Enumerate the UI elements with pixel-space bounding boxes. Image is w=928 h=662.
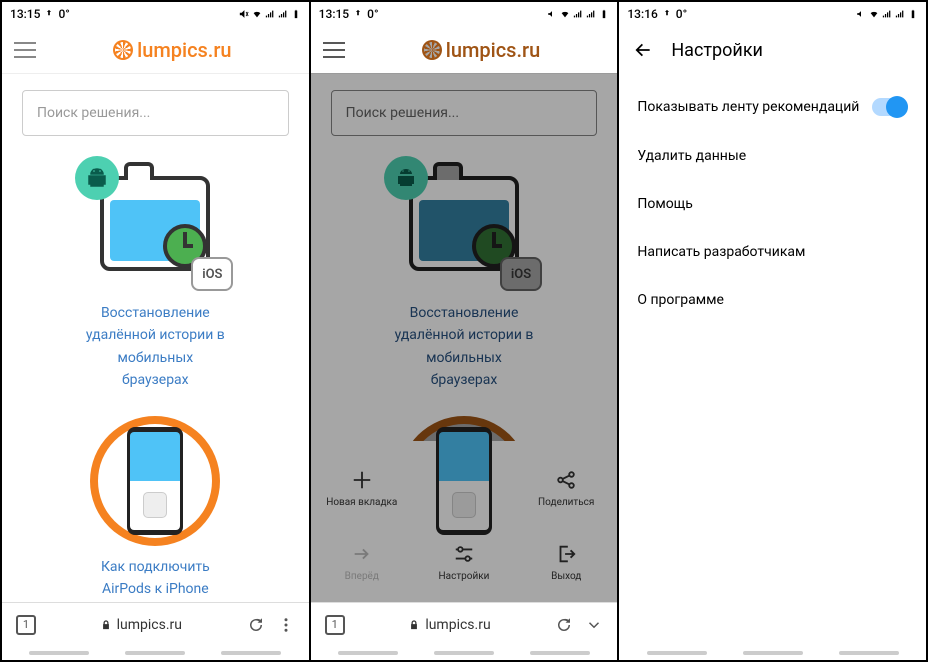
mute-icon bbox=[856, 9, 866, 19]
logo-text: lumpics.ru bbox=[137, 38, 231, 62]
settings-button[interactable]: Настройки bbox=[419, 543, 509, 582]
reload-button[interactable] bbox=[555, 616, 573, 634]
toggle-on[interactable] bbox=[872, 98, 908, 116]
android-icon bbox=[75, 156, 119, 200]
logo-icon bbox=[422, 40, 442, 60]
settings-contact[interactable]: Написать разработчикам bbox=[619, 228, 926, 276]
settings-header: Настройки bbox=[619, 26, 926, 74]
app-header: lumpics.ru bbox=[2, 26, 309, 74]
browser-bottom-bar: 1 lumpics.ru bbox=[2, 602, 309, 646]
mute-icon bbox=[239, 9, 249, 19]
hamburger-menu[interactable] bbox=[323, 42, 345, 58]
signal-icon-2 bbox=[895, 9, 905, 19]
phone-screen-2: 13:15 0° lumpics.ru Поиск решения... bbox=[311, 2, 618, 660]
url-display[interactable]: lumpics.ru bbox=[357, 617, 544, 633]
settings-feed-toggle[interactable]: Показывать ленту рекомендаций bbox=[619, 82, 926, 132]
logo-icon bbox=[113, 40, 133, 60]
new-tab-button[interactable]: Новая вкладка bbox=[317, 469, 407, 519]
upload-icon bbox=[44, 9, 54, 19]
site-logo[interactable]: lumpics.ru bbox=[357, 38, 606, 62]
ios-badge: iOS bbox=[191, 257, 233, 291]
back-button[interactable] bbox=[633, 40, 653, 60]
lock-icon bbox=[409, 619, 419, 631]
signal-icon bbox=[265, 9, 275, 19]
phone-screen-1: 13:15 0° lumpics.ru Поиск решения... bbox=[2, 2, 309, 660]
tab-count-button[interactable]: 1 bbox=[16, 615, 36, 635]
browser-menu-button[interactable] bbox=[277, 616, 295, 634]
nav-bar bbox=[619, 646, 926, 660]
plus-icon bbox=[351, 469, 373, 491]
exit-icon bbox=[555, 543, 577, 565]
nav-bar bbox=[311, 646, 618, 660]
battery-icon bbox=[291, 9, 301, 19]
sliders-icon bbox=[453, 543, 475, 565]
url-display[interactable]: lumpics.ru bbox=[48, 617, 235, 633]
article-link-1[interactable]: Восстановление удалённой истории в мобил… bbox=[22, 302, 289, 392]
wifi-icon bbox=[560, 9, 570, 19]
upload-icon bbox=[662, 9, 672, 19]
url-text: lumpics.ru bbox=[117, 617, 182, 633]
exit-button[interactable]: Выход bbox=[521, 543, 611, 582]
lock-icon bbox=[101, 619, 111, 631]
settings-help[interactable]: Помощь bbox=[619, 180, 926, 228]
battery-icon bbox=[908, 9, 918, 19]
tab-count-button[interactable]: 1 bbox=[325, 615, 345, 635]
status-icons bbox=[856, 9, 918, 19]
logo-text: lumpics.ru bbox=[446, 38, 540, 62]
status-icons bbox=[547, 9, 609, 19]
mute-icon bbox=[547, 9, 557, 19]
settings-list: Показывать ленту рекомендаций Удалить да… bbox=[619, 74, 926, 646]
signal-icon bbox=[882, 9, 892, 19]
status-bar: 13:15 0° bbox=[2, 2, 309, 26]
status-temp: 0° bbox=[367, 7, 378, 21]
android-icon bbox=[384, 156, 428, 200]
wifi-icon bbox=[869, 9, 879, 19]
settings-clear-data[interactable]: Удалить данные bbox=[619, 132, 926, 180]
url-text: lumpics.ru bbox=[425, 617, 490, 633]
status-temp: 0° bbox=[58, 7, 69, 21]
page-content: Поиск решения... iOS Восстановление удал… bbox=[2, 74, 309, 602]
site-logo[interactable]: lumpics.ru bbox=[48, 38, 297, 62]
share-button[interactable]: Поделиться bbox=[521, 469, 611, 519]
nav-bar bbox=[2, 646, 309, 660]
upload-icon bbox=[353, 9, 363, 19]
article-illustration-2 bbox=[90, 416, 220, 546]
browser-bottom-bar: 1 lumpics.ru bbox=[311, 602, 618, 646]
settings-title: Настройки bbox=[671, 40, 763, 61]
hamburger-menu[interactable] bbox=[14, 42, 36, 58]
status-bar: 13:16 0° bbox=[619, 2, 926, 26]
signal-icon bbox=[573, 9, 583, 19]
search-placeholder: Поиск решения... bbox=[37, 105, 150, 121]
forward-button: Вперёд bbox=[317, 543, 407, 582]
battery-icon bbox=[599, 9, 609, 19]
status-time: 13:15 bbox=[10, 7, 40, 21]
status-icons bbox=[239, 9, 301, 19]
app-header: lumpics.ru bbox=[311, 26, 618, 74]
status-bar: 13:15 0° bbox=[311, 2, 618, 26]
share-icon bbox=[555, 469, 577, 491]
chevron-down-icon[interactable] bbox=[585, 616, 603, 634]
signal-icon-2 bbox=[586, 9, 596, 19]
status-time: 13:16 bbox=[627, 7, 657, 21]
reload-button[interactable] bbox=[247, 616, 265, 634]
forward-icon bbox=[351, 543, 373, 565]
status-temp: 0° bbox=[676, 7, 687, 21]
search-input[interactable]: Поиск решения... bbox=[22, 90, 289, 136]
signal-icon-2 bbox=[278, 9, 288, 19]
article-illustration-1: iOS bbox=[22, 166, 289, 286]
article-link-2[interactable]: Как подключить AirPods к iPhone bbox=[22, 556, 289, 601]
settings-about[interactable]: О программе bbox=[619, 276, 926, 324]
status-time: 13:15 bbox=[319, 7, 349, 21]
page-content: Поиск решения... iOS Восстановление удал… bbox=[311, 74, 618, 602]
wifi-icon bbox=[252, 9, 262, 19]
phone-screen-3: 13:16 0° Настройки Показывать ленту реко… bbox=[619, 2, 926, 660]
